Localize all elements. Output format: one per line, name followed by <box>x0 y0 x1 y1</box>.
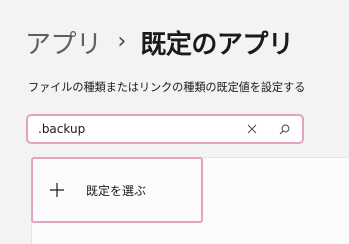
choose-default-button[interactable]: 既定を選ぶ <box>31 157 203 223</box>
search-button[interactable] <box>270 116 298 142</box>
file-type-search-box <box>26 114 304 144</box>
search-icon <box>279 124 289 134</box>
breadcrumb-apps-link[interactable]: アプリ <box>25 24 102 61</box>
plus-icon <box>48 181 66 199</box>
clear-search-button[interactable] <box>238 116 266 142</box>
breadcrumb-separator: › <box>117 28 127 54</box>
choose-default-label: 既定を選ぶ <box>86 183 147 198</box>
page-title: 既定のアプリ <box>140 29 294 60</box>
section-description: ファイルの種類またはリンクの種類の既定値を設定する <box>28 81 306 94</box>
search-input[interactable] <box>28 116 238 142</box>
breadcrumb: アプリ › 既定のアプリ <box>25 24 294 61</box>
close-icon <box>247 124 257 134</box>
